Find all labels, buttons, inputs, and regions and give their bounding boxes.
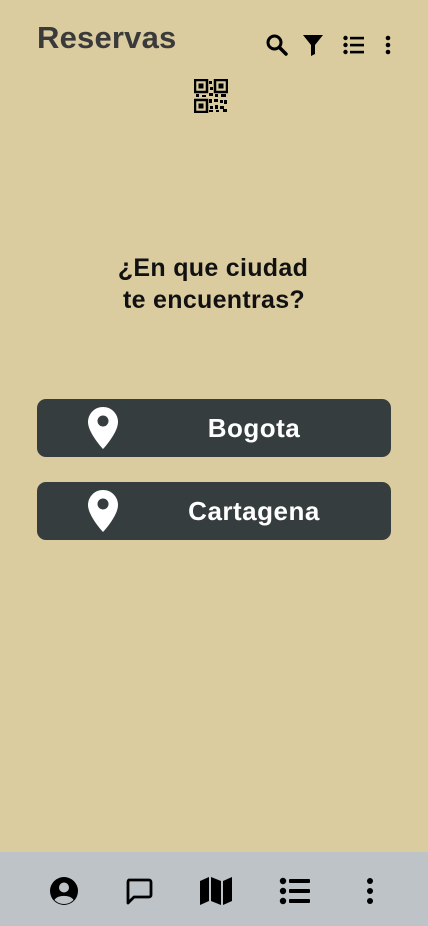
chat-icon[interactable]	[122, 874, 156, 908]
account-icon[interactable]	[47, 874, 81, 908]
more-vertical-icon[interactable]	[374, 31, 402, 59]
header-actions	[0, 31, 428, 59]
qr-code-icon[interactable]	[193, 78, 229, 114]
question-line-2: te encuentras?	[122, 286, 306, 314]
search-icon[interactable]	[263, 31, 291, 59]
location-pin-icon	[87, 406, 119, 450]
city-label: Cartagena	[188, 495, 320, 526]
question-line-1: ¿En que ciudad	[117, 254, 309, 282]
city-button-cartagena[interactable]: Cartagena	[37, 482, 391, 540]
location-pin-icon	[87, 489, 119, 533]
city-question: ¿En que ciudad te encuentras?	[0, 252, 428, 316]
list-icon[interactable]	[340, 31, 368, 59]
city-label: Bogota	[207, 412, 301, 443]
list-icon[interactable]	[278, 874, 312, 908]
city-button-bogota[interactable]: Bogota	[37, 399, 391, 457]
more-vertical-icon[interactable]	[353, 874, 387, 908]
bottom-navigation	[0, 852, 428, 926]
map-icon[interactable]	[199, 874, 233, 908]
app-screen: Reservas ¿En que ciudad te encuentras? B…	[0, 0, 428, 926]
filter-icon[interactable]	[299, 31, 327, 59]
